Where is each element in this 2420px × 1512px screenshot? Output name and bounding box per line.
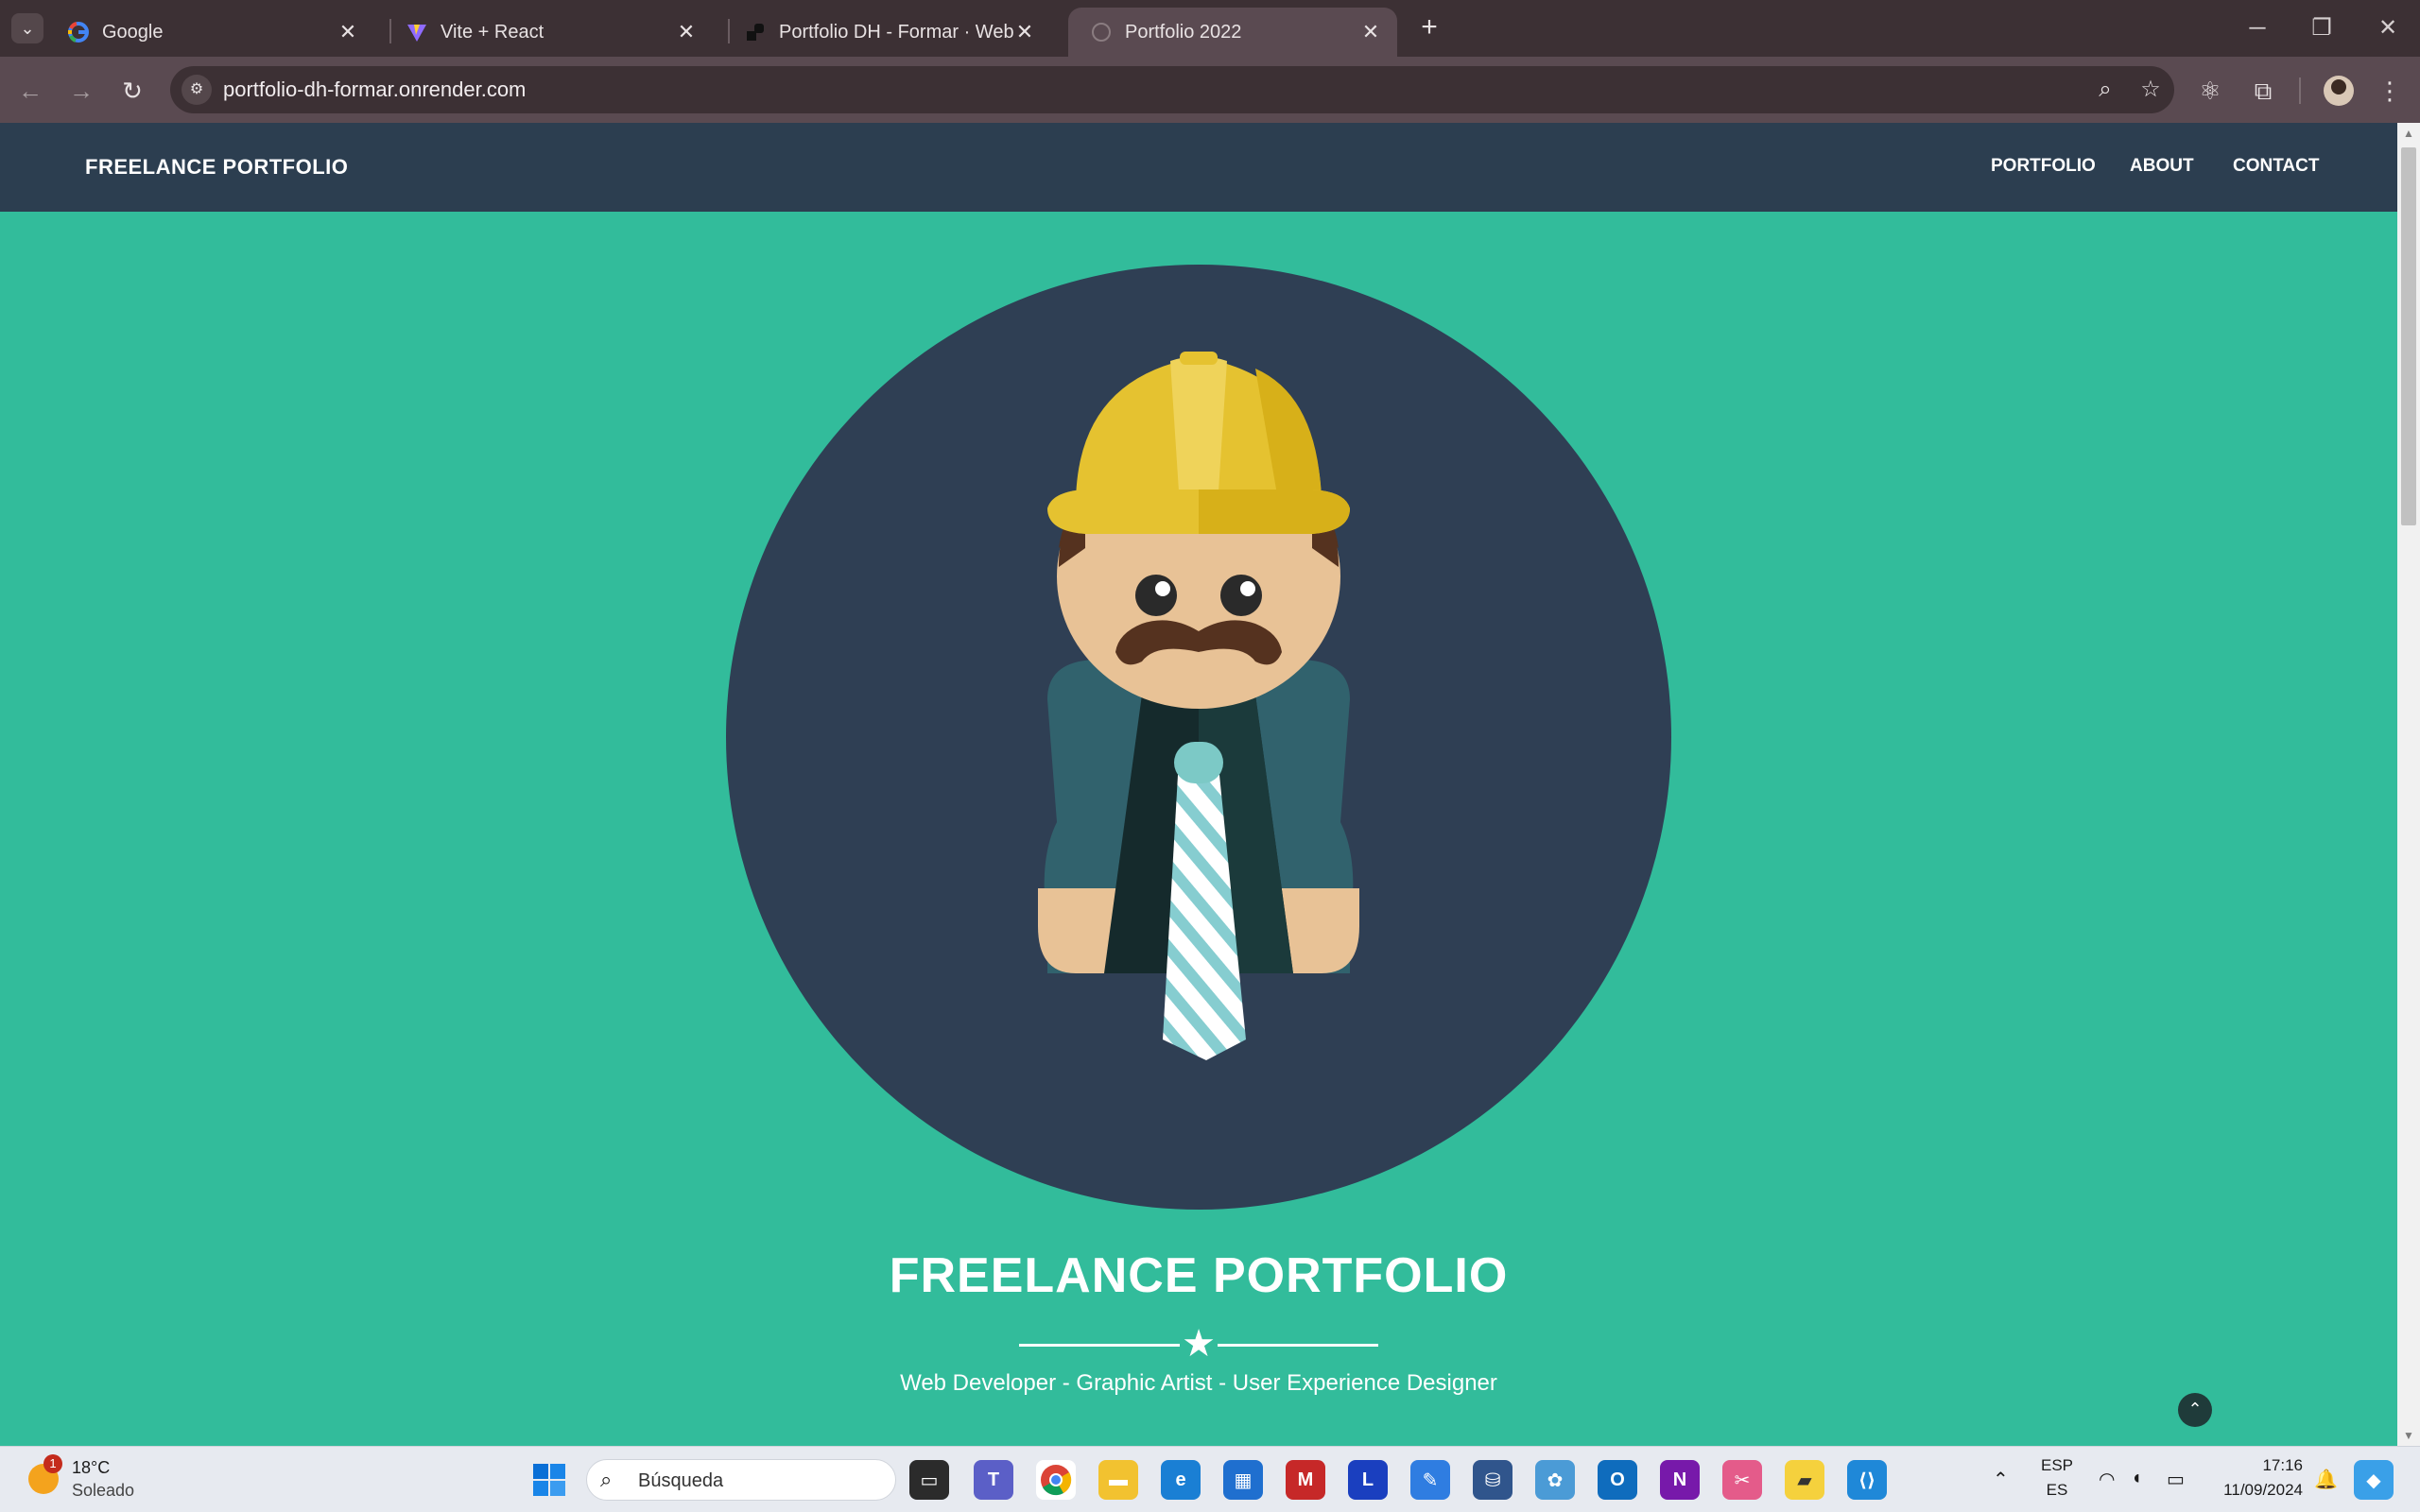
browser-tab-strip: ⌄ Google ✕ Vite + React ✕ Portfolio DH -… xyxy=(0,0,2420,57)
weather-condition: Soleado xyxy=(72,1481,135,1500)
l-app-icon[interactable]: L xyxy=(1348,1460,1388,1500)
star-icon: ★ xyxy=(1182,1323,1216,1365)
drawing-app-icon[interactable]: ✎ xyxy=(1410,1460,1450,1500)
snipping-tool-icon[interactable]: ✂ xyxy=(1722,1460,1762,1500)
scroll-up-arrow-icon[interactable]: ▲ xyxy=(2397,127,2420,140)
hero-avatar-image xyxy=(726,265,1671,1210)
site-info-icon[interactable]: ⚙ xyxy=(182,75,212,105)
tab-search-button[interactable]: ⌄ xyxy=(11,13,43,43)
close-icon[interactable]: ✕ xyxy=(675,20,698,44)
windows-taskbar: 1 18°C Soleado ⌕ Búsqueda ▭ T ▬ e ▦ M L … xyxy=(0,1446,2420,1512)
page-viewport: FREELANCE PORTFOLIO PORTFOLIO ABOUT CONT… xyxy=(0,123,2397,1446)
sticky-notes-icon[interactable]: ▰ xyxy=(1785,1460,1824,1500)
tab-title: Vite + React xyxy=(441,21,544,43)
scrollbar-thumb[interactable] xyxy=(2401,147,2416,525)
toolbar-divider xyxy=(2299,77,2301,104)
browser-toolbar: ← → ↻ ⚙ portfolio-dh-formar.onrender.com… xyxy=(0,57,2420,123)
zoom-icon[interactable]: ⌕ xyxy=(2091,76,2119,104)
microsoft-store-icon[interactable]: ▦ xyxy=(1223,1460,1263,1500)
language-bottom[interactable]: ES xyxy=(2038,1481,2076,1500)
address-bar[interactable]: ⚙ portfolio-dh-formar.onrender.com ⌕ ☆ xyxy=(170,66,2174,113)
battery-icon[interactable]: ▭ xyxy=(2167,1468,2185,1491)
taskbar-search-box[interactable]: ⌕ Búsqueda xyxy=(586,1459,896,1501)
outlook-icon[interactable]: O xyxy=(1598,1460,1637,1500)
react-devtools-icon[interactable]: ⚛ xyxy=(2193,74,2227,108)
restore-icon[interactable]: ❐ xyxy=(2303,9,2341,47)
tab-portfolio-2022[interactable]: Portfolio 2022 ✕ xyxy=(1068,8,1397,57)
site-navbar: FREELANCE PORTFOLIO PORTFOLIO ABOUT CONT… xyxy=(0,123,2397,212)
file-explorer-icon[interactable]: ▬ xyxy=(1098,1460,1138,1500)
nav-link-about[interactable]: ABOUT xyxy=(2130,156,2194,177)
render-icon xyxy=(745,22,766,43)
hero-subtitle: Web Developer - Graphic Artist - User Ex… xyxy=(900,1370,1497,1396)
close-icon[interactable]: ✕ xyxy=(337,20,359,44)
tab-title: Google xyxy=(102,21,164,43)
language-top[interactable]: ESP xyxy=(2038,1456,2076,1475)
star-divider: ★ xyxy=(1019,1325,1378,1363)
tab-portfolio-dh[interactable]: Portfolio DH - Formar · Web Se ✕ xyxy=(722,8,1051,57)
scroll-to-top-button[interactable]: ⌃ xyxy=(2178,1393,2212,1427)
search-placeholder: Búsqueda xyxy=(638,1470,724,1491)
teams-icon[interactable]: T xyxy=(974,1460,1013,1500)
tray-chevron-up-icon[interactable]: ⌃ xyxy=(1993,1468,2009,1491)
profile-avatar[interactable] xyxy=(2324,76,2354,106)
menu-kebab-icon[interactable]: ⋮ xyxy=(2373,74,2407,108)
site-brand-link[interactable]: FREELANCE PORTFOLIO xyxy=(85,155,348,180)
bookmark-star-icon[interactable]: ☆ xyxy=(2136,76,2165,104)
url-text[interactable]: portfolio-dh-formar.onrender.com xyxy=(223,77,526,102)
clock-date[interactable]: 11/09/2024 xyxy=(2208,1481,2303,1500)
weather-temperature: 18°C xyxy=(72,1458,111,1477)
google-icon xyxy=(68,22,89,43)
nav-link-contact[interactable]: CONTACT xyxy=(2233,156,2319,177)
notification-bell-icon[interactable]: 🔔 xyxy=(2314,1468,2338,1491)
divider-line xyxy=(1218,1344,1378,1347)
nav-link-portfolio[interactable]: PORTFOLIO xyxy=(1991,156,2096,177)
copilot-icon[interactable]: ◆ xyxy=(2354,1460,2394,1500)
extensions-puzzle-icon[interactable]: ⧉ xyxy=(2246,74,2280,108)
page-scrollbar[interactable]: ▲ ▼ xyxy=(2397,123,2420,1446)
mcafee-icon[interactable]: M xyxy=(1286,1460,1325,1500)
back-arrow-icon[interactable]: ← xyxy=(11,72,49,110)
task-view-icon[interactable]: ▭ xyxy=(909,1460,949,1500)
tab-vite-react[interactable]: Vite + React ✕ xyxy=(384,8,713,57)
cartoon-worker-illustration xyxy=(1038,352,1359,1060)
globe-icon xyxy=(1091,22,1112,43)
windows-start-icon[interactable] xyxy=(529,1460,569,1500)
volume-icon[interactable]: ◖ xyxy=(2131,1468,2142,1489)
mysql-workbench-icon[interactable]: ⛁ xyxy=(1473,1460,1512,1500)
paint-icon[interactable]: ✿ xyxy=(1535,1460,1575,1500)
edge-icon[interactable]: e xyxy=(1161,1460,1201,1500)
vite-icon xyxy=(406,22,427,43)
new-tab-button[interactable]: + xyxy=(1412,11,1446,45)
divider-line xyxy=(1019,1344,1180,1347)
vscode-icon[interactable]: ⟨⟩ xyxy=(1847,1460,1887,1500)
search-icon: ⌕ xyxy=(600,1468,613,1491)
tab-google[interactable]: Google ✕ xyxy=(45,8,374,57)
tab-title: Portfolio 2022 xyxy=(1125,21,1242,43)
clock-time[interactable]: 17:16 xyxy=(2208,1456,2303,1475)
chrome-icon[interactable] xyxy=(1036,1460,1076,1500)
close-icon[interactable]: ✕ xyxy=(1013,20,1036,44)
minimize-icon[interactable]: ─ xyxy=(2238,9,2276,47)
hero-title: FREELANCE PORTFOLIO xyxy=(889,1248,1509,1303)
scroll-down-arrow-icon[interactable]: ▼ xyxy=(2397,1429,2420,1442)
forward-arrow-icon[interactable]: → xyxy=(62,72,100,110)
onenote-icon[interactable]: N xyxy=(1660,1460,1700,1500)
wifi-icon[interactable]: ◠ xyxy=(2099,1468,2115,1491)
close-icon[interactable]: ✕ xyxy=(1359,20,1382,44)
reload-icon[interactable]: ↻ xyxy=(113,72,151,110)
tab-title: Portfolio DH - Formar · Web Se xyxy=(779,21,1013,43)
window-close-icon[interactable]: ✕ xyxy=(2369,9,2407,47)
notification-badge: 1 xyxy=(43,1454,62,1473)
